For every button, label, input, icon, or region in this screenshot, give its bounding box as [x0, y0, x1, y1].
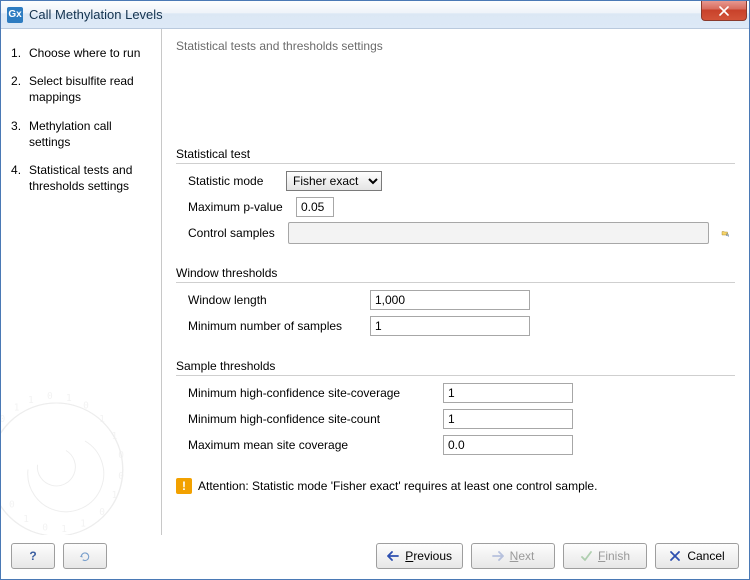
wizard-steps-sidebar: Choose where to run Select bisulfite rea… [1, 29, 162, 535]
page-title: Statistical tests and thresholds setting… [176, 39, 735, 55]
svg-text:1: 1 [112, 431, 118, 442]
arrow-left-icon [387, 550, 399, 562]
svg-text:1: 1 [28, 395, 34, 406]
label-control-samples: Control samples [188, 226, 288, 240]
cancel-button[interactable]: Cancel [655, 543, 739, 569]
next-button[interactable]: Next [471, 543, 555, 569]
row-min-hc-site-count: Minimum high-confidence site-count [188, 408, 735, 430]
attention-text: Attention: Statistic mode 'Fisher exact'… [198, 479, 597, 493]
wizard-step-2[interactable]: Select bisulfite read mappings [11, 67, 153, 111]
input-window-length[interactable] [370, 290, 530, 310]
previous-label: Previous [405, 549, 452, 563]
help-button[interactable]: ? [11, 543, 55, 569]
window-title: Call Methylation Levels [29, 7, 163, 22]
wizard-step-3[interactable]: Methylation call settings [11, 112, 153, 156]
decorative-swirl-icon: 011 010 110 010 110 10 [1, 365, 161, 535]
titlebar: Gx Call Methylation Levels [1, 1, 749, 29]
undo-arrow-icon [79, 550, 91, 562]
label-max-mean-site-coverage: Maximum mean site coverage [188, 438, 443, 452]
field-control-samples[interactable] [288, 222, 709, 244]
wizard-steps-list: Choose where to run Select bisulfite rea… [11, 39, 153, 200]
select-statistic-mode[interactable]: Fisher exact [286, 171, 382, 191]
browse-control-samples-button[interactable] [715, 223, 735, 243]
svg-text:0: 0 [9, 500, 15, 511]
row-statistic-mode: Statistic mode Fisher exact [188, 170, 735, 192]
wizard-step-4[interactable]: Statistical tests and thresholds setting… [11, 156, 153, 200]
group-statistical-test: Statistical test Statistic mode Fisher e… [176, 147, 735, 248]
svg-text:0: 0 [99, 507, 105, 518]
previous-button[interactable]: Previous [376, 543, 463, 569]
group-sample-thresholds: Sample thresholds Minimum high-confidenc… [176, 359, 735, 460]
input-min-hc-site-count[interactable] [443, 409, 573, 429]
svg-text:0: 0 [1, 414, 6, 425]
reset-button[interactable] [63, 543, 107, 569]
svg-text:1: 1 [61, 524, 67, 535]
group-title-statistical-test: Statistical test [176, 147, 735, 164]
svg-text:0: 0 [118, 471, 124, 482]
svg-text:0: 0 [118, 450, 124, 461]
close-icon [719, 6, 729, 16]
dialog-body: Choose where to run Select bisulfite rea… [1, 29, 749, 535]
group-title-sample-thresholds: Sample thresholds [176, 359, 735, 376]
group-body-sample-thresholds: Minimum high-confidence site-coverage Mi… [176, 382, 735, 456]
arrow-right-icon [492, 550, 504, 562]
svg-text:1: 1 [14, 403, 20, 414]
row-maximum-pvalue: Maximum p-value [188, 196, 735, 218]
close-button[interactable] [701, 1, 747, 21]
wizard-step-1[interactable]: Choose where to run [11, 39, 153, 67]
svg-text:0: 0 [47, 391, 53, 402]
svg-text:1: 1 [112, 490, 118, 501]
label-window-length: Window length [188, 293, 370, 307]
group-window-thresholds: Window thresholds Window length Minimum … [176, 266, 735, 341]
cancel-label: Cancel [687, 549, 724, 563]
app-icon: Gx [7, 7, 23, 23]
row-min-hc-site-coverage: Minimum high-confidence site-coverage [188, 382, 735, 404]
input-min-hc-site-coverage[interactable] [443, 383, 573, 403]
row-max-mean-site-coverage: Maximum mean site coverage [188, 434, 735, 456]
row-window-length: Window length [188, 289, 735, 311]
dialog-window: Gx Call Methylation Levels Choose where … [0, 0, 750, 580]
input-max-mean-site-coverage[interactable] [443, 435, 573, 455]
group-body-window-thresholds: Window length Minimum number of samples [176, 289, 735, 337]
group-body-statistical-test: Statistic mode Fisher exact Maximum p-va… [176, 170, 735, 244]
row-control-samples: Control samples [188, 222, 735, 244]
input-minimum-samples[interactable] [370, 316, 530, 336]
row-minimum-samples: Minimum number of samples [188, 315, 735, 337]
label-statistic-mode: Statistic mode [188, 174, 286, 188]
label-min-hc-site-coverage: Minimum high-confidence site-coverage [188, 386, 443, 400]
label-min-hc-site-count: Minimum high-confidence site-count [188, 412, 443, 426]
svg-text:1: 1 [99, 414, 105, 425]
finish-label: Finish [598, 549, 630, 563]
svg-text:0: 0 [83, 401, 89, 412]
group-title-window-thresholds: Window thresholds [176, 266, 735, 283]
main-panel: Statistical tests and thresholds setting… [162, 29, 749, 535]
label-minimum-samples: Minimum number of samples [188, 319, 370, 333]
svg-text:1: 1 [66, 393, 72, 404]
input-maximum-pvalue[interactable] [296, 197, 334, 217]
attention-message: ! Attention: Statistic mode 'Fisher exac… [176, 478, 735, 494]
cancel-x-icon [669, 550, 681, 562]
check-icon [580, 550, 592, 562]
next-label: Next [510, 549, 535, 563]
svg-text:0: 0 [42, 522, 48, 533]
button-bar: ? Previous Next Finish Cancel [1, 535, 749, 579]
finish-button[interactable]: Finish [563, 543, 647, 569]
svg-text:1: 1 [80, 519, 86, 530]
svg-text:1: 1 [23, 514, 29, 525]
warning-icon: ! [176, 478, 192, 494]
label-maximum-pvalue: Maximum p-value [188, 200, 296, 214]
browse-folder-icon [721, 225, 729, 241]
help-icon: ? [29, 549, 36, 563]
